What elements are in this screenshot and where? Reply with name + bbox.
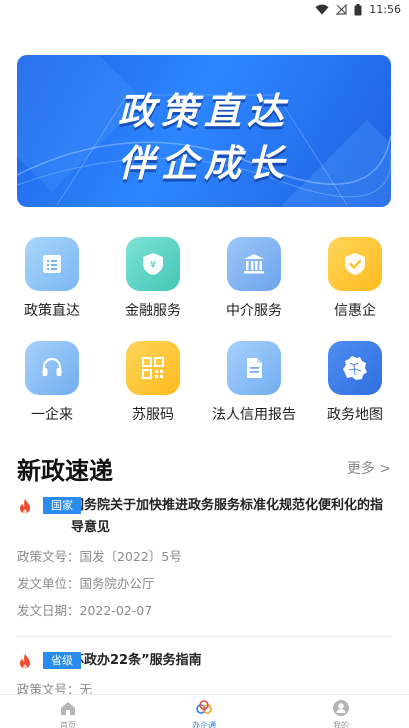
service-one-enterprise[interactable]: 一企来 — [2, 341, 102, 424]
news-item[interactable]: 国家 国务院关于加快推进政务服务标准化规范化便利化的指导意见 政策文号：国发〔2… — [17, 497, 392, 624]
service-label: 中介服务 — [226, 303, 282, 319]
qr-code-icon — [126, 341, 180, 395]
battery-icon — [354, 3, 362, 15]
nav-label: 我的 — [333, 721, 349, 728]
service-gov-map[interactable]: 政务地图 — [305, 341, 405, 424]
service-label: 苏服码 — [132, 407, 174, 423]
fire-icon — [20, 498, 30, 514]
finance-shield-icon: ¥ — [126, 237, 180, 291]
nav-profile[interactable]: 我的 — [301, 699, 381, 728]
wifi-icon — [315, 4, 329, 15]
bank-building-icon — [227, 237, 281, 291]
nav-home[interactable]: 首页 — [28, 699, 108, 728]
news-issuer: 发文单位：国务院办公厅 — [17, 576, 155, 591]
banner-line-1: 政策直达 — [118, 90, 290, 133]
news-section-title: 新政速递 — [17, 457, 113, 485]
service-label: 金融服务 — [125, 303, 181, 319]
bottom-nav: 首页 办企通 我的 — [0, 694, 409, 728]
policy-list-icon — [25, 237, 79, 291]
profile-icon — [333, 700, 349, 716]
service-policy-direct[interactable]: 政策直达 — [2, 237, 102, 320]
svg-text:¥: ¥ — [150, 260, 156, 271]
level-tag: 省级 — [43, 652, 81, 669]
service-label: 政策直达 — [24, 303, 80, 319]
news-date: 发文日期：2022-02-07 — [17, 603, 153, 618]
service-label: 法人信用报告 — [212, 407, 296, 423]
service-credit-report[interactable]: 法人信用报告 — [204, 341, 304, 424]
news-title[interactable]: 苏政办22条”服务指南 — [71, 650, 202, 672]
divider — [17, 636, 392, 637]
check-shield-icon — [328, 237, 382, 291]
more-link[interactable]: 更多 > — [347, 458, 391, 478]
rings-logo-icon — [196, 700, 212, 714]
home-icon — [61, 702, 75, 715]
document-icon — [227, 341, 281, 395]
service-agency[interactable]: 中介服务 — [204, 237, 304, 320]
news-doc-number: 政策文号：国发〔2022〕5号 — [17, 549, 182, 564]
no-signal-icon — [336, 4, 347, 15]
nav-label: 首页 — [60, 721, 76, 728]
promo-banner[interactable]: 政策直达 伴企成长 — [17, 55, 391, 207]
service-finance[interactable]: ¥ 金融服务 — [103, 237, 203, 320]
nav-enterprise[interactable]: 办企通 — [164, 699, 244, 728]
service-credit-benefit[interactable]: 信惠企 — [305, 237, 405, 320]
headset-icon — [25, 341, 79, 395]
service-label: 信惠企 — [334, 303, 376, 319]
status-bar: 11:56 — [0, 0, 409, 22]
map-region-icon — [328, 341, 382, 395]
level-tag: 国家 — [43, 497, 81, 514]
fire-icon — [20, 653, 30, 669]
service-label: 政务地图 — [327, 407, 383, 423]
banner-line-2: 伴企成长 — [118, 142, 290, 185]
service-su-code[interactable]: 苏服码 — [103, 341, 203, 424]
clock-time: 11:56 — [369, 3, 401, 16]
news-title[interactable]: 国务院关于加快推进政务服务标准化规范化便利化的指导意见 — [71, 495, 392, 539]
service-label: 一企来 — [31, 407, 73, 423]
nav-label: 办企通 — [192, 721, 216, 728]
